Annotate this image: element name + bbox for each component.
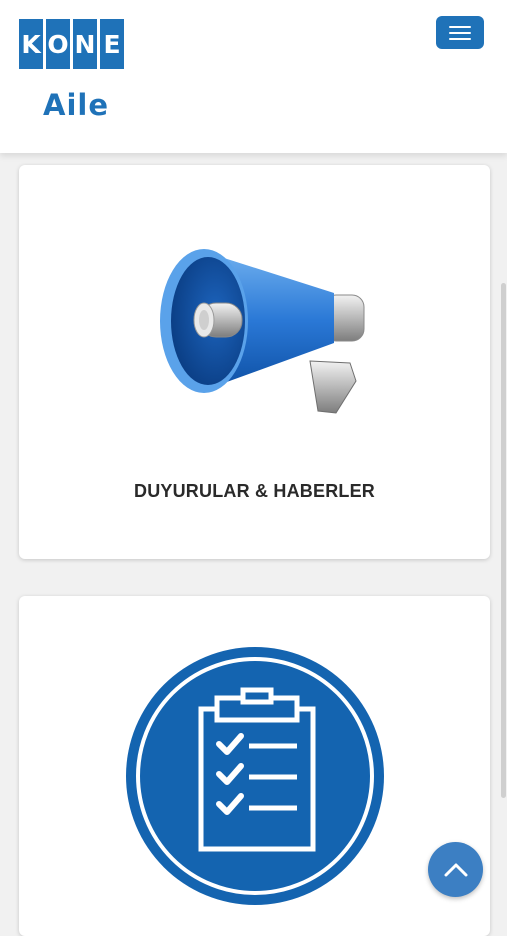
scrollbar[interactable]	[501, 283, 506, 798]
menu-toggle-button[interactable]	[436, 16, 484, 49]
hamburger-icon	[449, 37, 471, 40]
hamburger-icon	[449, 31, 471, 34]
logo-letter: E	[100, 19, 124, 69]
kone-logo[interactable]: K O N E	[19, 19, 124, 69]
hamburger-icon	[449, 25, 471, 28]
chevron-up-icon	[444, 863, 467, 876]
announcements-news-card[interactable]: DUYURULAR & HABERLER	[19, 165, 490, 559]
card-title: DUYURULAR & HABERLER	[134, 481, 375, 501]
checklist-card[interactable]	[19, 596, 490, 936]
logo-letter: K	[19, 19, 43, 69]
top-navbar: K O N E Aile	[0, 0, 507, 153]
scroll-to-top-button[interactable]	[428, 842, 483, 897]
megaphone-icon	[160, 249, 365, 414]
logo-letter: N	[73, 19, 97, 69]
logo-letter: O	[46, 19, 70, 69]
checklist-icon	[126, 647, 384, 905]
brand-subtitle: Aile	[43, 88, 109, 122]
